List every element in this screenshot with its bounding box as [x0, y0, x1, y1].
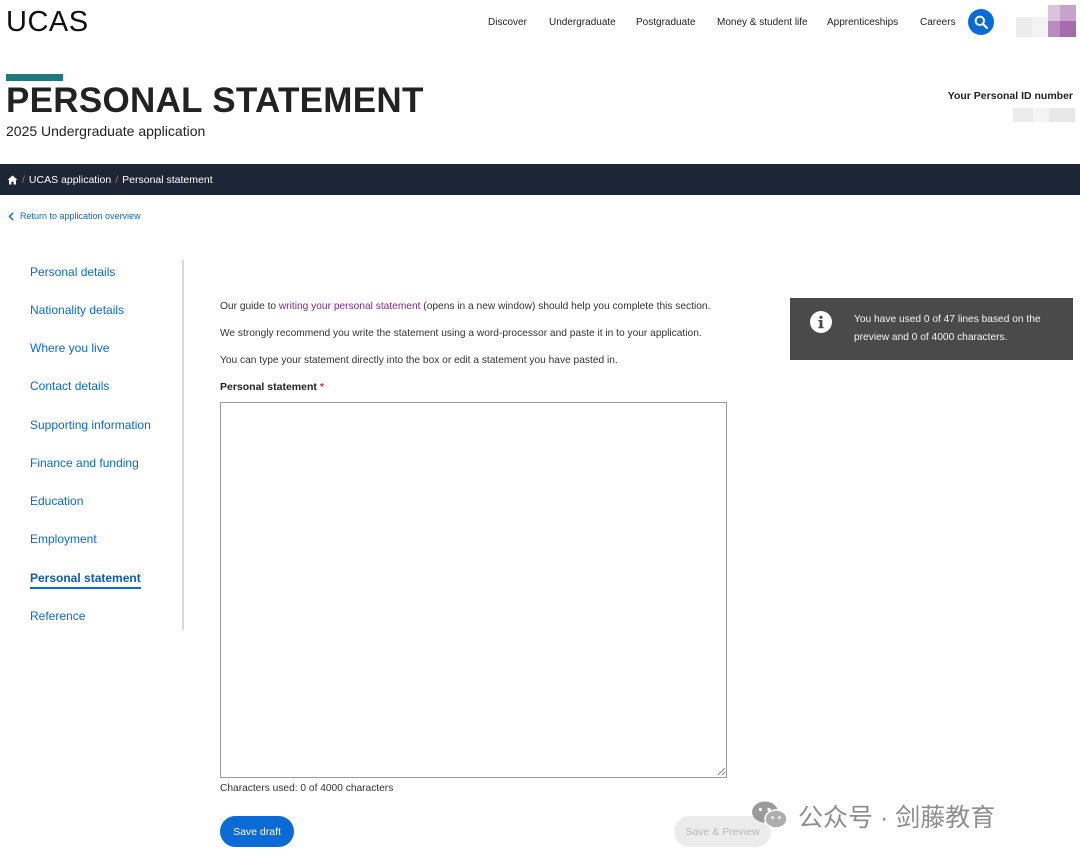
watermark-text: 公众号 · 剑藤教育 — [798, 804, 996, 832]
personal-id-label: Your Personal ID number — [947, 90, 1073, 102]
writing-personal-statement-link[interactable]: writing your personal statement — [279, 301, 421, 312]
nav-apprenticeships[interactable]: Apprenticeships — [827, 16, 898, 30]
chevron-left-icon — [8, 211, 14, 221]
return-to-overview-link[interactable]: Return to application overview — [8, 211, 141, 221]
sidebar-item-where-you-live[interactable]: Where you live — [30, 341, 109, 356]
breadcrumb-separator: / — [115, 173, 119, 186]
save-draft-button[interactable]: Save draft — [220, 816, 294, 847]
breadcrumb-separator: / — [22, 173, 25, 186]
info-icon — [810, 311, 832, 333]
nav-discover[interactable]: Discover — [488, 16, 527, 30]
sidebar-item-personal-statement[interactable]: Personal statement — [30, 571, 141, 589]
guide-paragraph: Our guide to writing your personal state… — [220, 300, 710, 313]
sidebar-item-nationality-details[interactable]: Nationality details — [30, 303, 124, 318]
title-accent-bar — [6, 74, 63, 81]
personal-statement-textarea[interactable] — [220, 402, 727, 778]
wechat-logo-icon — [752, 801, 788, 829]
breadcrumb-current: Personal statement — [122, 173, 213, 186]
breadcrumb: / UCAS application / Personal statement — [0, 164, 1080, 195]
sidebar-item-supporting-information[interactable]: Supporting information — [30, 418, 151, 433]
search-button[interactable] — [968, 9, 994, 35]
account-avatar[interactable] — [1016, 5, 1076, 37]
home-icon[interactable] — [7, 175, 18, 185]
guide-prefix: Our guide to — [220, 301, 279, 312]
sidebar-item-finance-and-funding[interactable]: Finance and funding — [30, 456, 139, 471]
word-processor-recommendation: We strongly recommend you write the stat… — [220, 328, 702, 339]
personal-statement-label: Personal statement * — [220, 381, 324, 394]
field-label-text: Personal statement — [220, 381, 317, 393]
search-icon — [974, 15, 988, 29]
nav-postgraduate[interactable]: Postgraduate — [636, 16, 696, 30]
nav-careers[interactable]: Careers — [920, 16, 956, 30]
sidebar-item-employment[interactable]: Employment — [30, 532, 97, 547]
breadcrumb-ucas-application[interactable]: UCAS application — [29, 174, 111, 186]
application-sections-sidebar: Personal details Nationality details Whe… — [0, 260, 184, 630]
sidebar-item-reference[interactable]: Reference — [30, 609, 85, 624]
line-usage-text: You have used 0 of 47 lines based on the… — [854, 314, 1041, 343]
ucas-logo[interactable]: UCAS — [6, 6, 89, 38]
line-usage-info-panel: You have used 0 of 47 lines based on the… — [790, 298, 1073, 360]
personal-id-value-redacted — [1013, 108, 1075, 122]
nav-undergraduate[interactable]: Undergraduate — [549, 16, 616, 30]
required-asterisk: * — [319, 381, 324, 393]
sidebar-item-personal-details[interactable]: Personal details — [30, 265, 115, 280]
type-directly-note: You can type your statement directly int… — [220, 355, 618, 366]
sidebar-item-contact-details[interactable]: Contact details — [30, 379, 109, 394]
sidebar-item-education[interactable]: Education — [30, 494, 83, 509]
wechat-watermark: 公众号 · 剑藤教育 — [750, 796, 1050, 836]
character-counter: Characters used: 0 of 4000 characters — [220, 783, 394, 794]
nav-money-student-life[interactable]: Money & student life — [717, 16, 808, 30]
page-title: PERSONAL STATEMENT — [6, 81, 424, 120]
return-link-label: Return to application overview — [20, 211, 141, 221]
guide-suffix: (opens in a new window) should help you … — [420, 301, 711, 312]
page-subtitle: 2025 Undergraduate application — [6, 123, 206, 139]
